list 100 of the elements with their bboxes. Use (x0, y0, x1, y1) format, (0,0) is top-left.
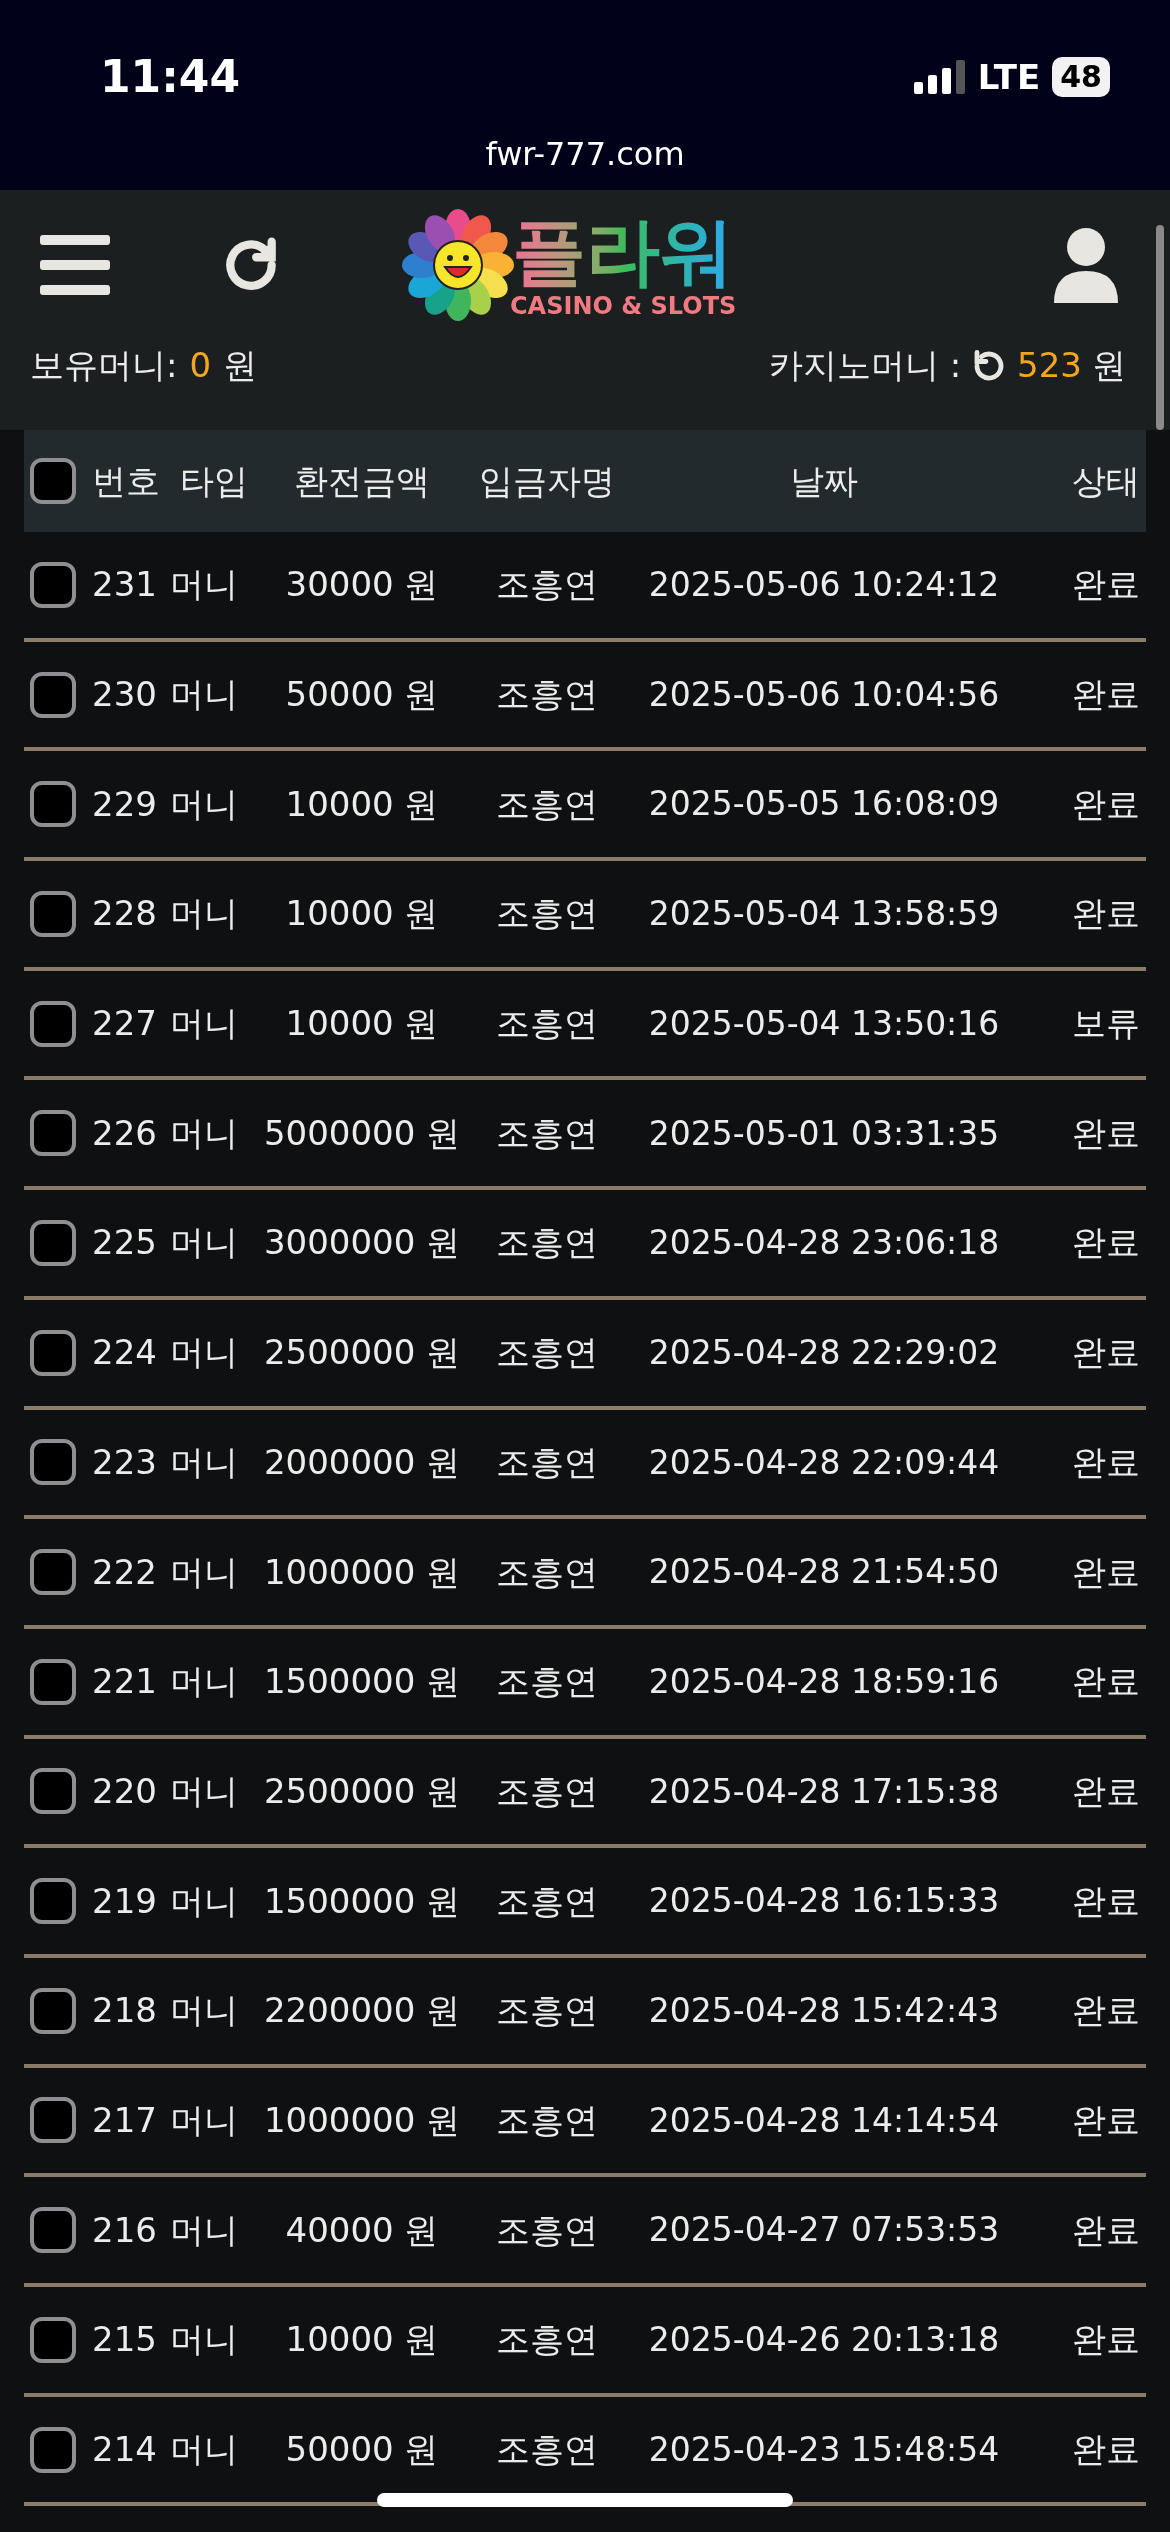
battery-indicator: 48 (1052, 57, 1110, 97)
table-cell-text: 조흥연 (495, 782, 599, 826)
table-row[interactable]: 226 머니 5000000 원 조흥연 2025-05-01 03:31:35 완료 (24, 1080, 1146, 1191)
checkbox[interactable] (30, 1658, 76, 1705)
checkbox[interactable] (30, 458, 76, 504)
table-cell-text: 완료 (1071, 1879, 1141, 1923)
checkbox[interactable] (30, 2426, 76, 2473)
checkbox[interactable] (30, 561, 76, 608)
table-cell-text: 3000000 원 (262, 1221, 462, 1265)
table-cell-text: 머니 (169, 2208, 239, 2252)
checkbox[interactable] (30, 1000, 76, 1047)
table-cell-text: 2025-04-28 15:42:43 (647, 1990, 1001, 2033)
checkbox[interactable] (30, 1878, 76, 1925)
table-cell-text: 2025-04-28 22:09:44 (647, 1441, 1001, 1484)
table-cell-text: 2025-05-06 10:04:56 (647, 673, 1001, 716)
table-cell-text: 조흥연 (495, 1331, 599, 1375)
table-cell-text: 5000000 원 (262, 1111, 462, 1155)
table-cell-text: 머니 (169, 1440, 239, 1484)
table-cell-text: 2025-05-04 13:58:59 (647, 893, 1001, 936)
table-row[interactable]: 231 머니 30000 원 조흥연 2025-05-06 10:24:12 완료 (24, 532, 1146, 642)
column-header: 번호 (92, 459, 161, 503)
table-cell-text: 완료 (1071, 1660, 1141, 1704)
table-cell-text: 조흥연 (495, 1879, 599, 1923)
table-cell-text: 229 (92, 782, 158, 826)
table-cell-text: 완료 (1071, 2318, 1141, 2362)
casino-money-unit: 원 (1092, 344, 1126, 387)
table-row[interactable]: 221 머니 1500000 원 조흥연 2025-04-28 18:59:16 완료 (24, 1628, 1146, 1739)
column-header: 상태 (1071, 459, 1141, 503)
table-cell-text: 2025-04-26 20:13:18 (647, 2319, 1001, 2362)
table-row[interactable]: 224 머니 2500000 원 조흥연 2025-04-28 22:29:02 완료 (24, 1299, 1146, 1410)
table-row[interactable]: 230 머니 50000 원 조흥연 2025-05-06 10:04:56 완료 (24, 641, 1146, 752)
table-row[interactable]: 229 머니 10000 원 조흥연 2025-05-05 16:08:09 완료 (24, 751, 1146, 862)
table-cell-text: 217 (92, 2098, 158, 2142)
table-cell-text: 1500000 원 (262, 1879, 462, 1923)
checkbox[interactable] (30, 890, 76, 937)
checkbox[interactable] (30, 781, 76, 828)
menu-icon[interactable] (40, 233, 110, 297)
column-header: 날짜 (789, 459, 859, 503)
table-cell-text: 머니 (169, 1331, 239, 1375)
table-cell-text: 40000 원 (284, 2208, 440, 2252)
table-cell-text: 2025-04-27 07:53:53 (647, 2209, 1001, 2252)
table-row[interactable]: 225 머니 3000000 원 조흥연 2025-04-28 23:06:18 완료 (24, 1190, 1146, 1300)
checkbox[interactable] (30, 1219, 76, 1266)
table-row[interactable]: 223 머니 2000000 원 조흥연 2025-04-28 22:09:44 완료 (24, 1409, 1146, 1520)
table-cell-text: 10000 원 (284, 782, 440, 826)
table-row[interactable]: 215 머니 10000 원 조흥연 2025-04-26 20:13:18 완료 (24, 2287, 1146, 2397)
table-cell-text: 2025-04-28 14:14:54 (647, 2099, 1001, 2142)
checkbox[interactable] (30, 1768, 76, 1815)
table-cell-text: 2025-04-28 22:29:02 (647, 1331, 1001, 1374)
table-cell-text: 10000 원 (284, 892, 440, 936)
table-cell-text: 완료 (1071, 2098, 1141, 2142)
table-row[interactable]: 219 머니 1500000 원 조흥연 2025-04-28 16:15:33 완료 (24, 1848, 1146, 1958)
table-cell-text: 220 (92, 1769, 158, 1813)
table-cell-text: 완료 (1071, 1769, 1141, 1813)
table-cell-text: 완료 (1071, 673, 1141, 717)
table-cell-text: 10000 원 (284, 1002, 440, 1046)
table-cell-text: 2025-04-28 16:15:33 (647, 1880, 1001, 1923)
table-cell-text: 2000000 원 (262, 1440, 462, 1484)
held-money-label: 보유머니: (30, 344, 178, 387)
checkbox[interactable] (30, 1549, 76, 1596)
table-cell-text: 2025-04-28 23:06:18 (647, 1222, 1001, 1265)
table-cell-text: 머니 (169, 1879, 239, 1923)
table-cell-text: 머니 (169, 1989, 239, 2033)
checkbox[interactable] (30, 1329, 76, 1376)
table-cell-text: 완료 (1071, 2208, 1141, 2252)
table-cell-text: 2025-05-04 13:50:16 (647, 1002, 1001, 1045)
checkbox[interactable] (30, 1110, 76, 1157)
table-cell-text: 머니 (169, 1111, 239, 1155)
table-row[interactable]: 217 머니 1000000 원 조흥연 2025-04-28 14:14:54 완료 (24, 2067, 1146, 2178)
table-cell-text: 머니 (169, 673, 239, 717)
logo-subtitle: CASINO & SLOTS (510, 292, 737, 320)
checkbox[interactable] (30, 1987, 76, 2034)
checkbox[interactable] (30, 2207, 76, 2254)
checkbox[interactable] (30, 671, 76, 718)
table-cell-text: 완료 (1071, 782, 1141, 826)
table-cell-text: 조흥연 (495, 1550, 599, 1594)
checkbox[interactable] (30, 2097, 76, 2144)
table-row[interactable]: 216 머니 40000 원 조흥연 2025-04-27 07:53:53 완료 (24, 2177, 1146, 2287)
table-cell-text: 조흥연 (495, 1440, 599, 1484)
table-cell-text: 50000 원 (284, 2428, 440, 2472)
column-header: 타입 (179, 459, 249, 503)
table-cell-text: 조흥연 (495, 1989, 599, 2033)
checkbox[interactable] (30, 1439, 76, 1486)
table-cell-text: 1000000 원 (262, 1550, 462, 1594)
table-row[interactable]: 218 머니 2200000 원 조흥연 2025-04-28 15:42:43 완료 (24, 1957, 1146, 2068)
table-row[interactable]: 227 머니 10000 원 조흥연 2025-05-04 13:50:16 보류 (24, 970, 1146, 1081)
table-cell-text: 50000 원 (284, 673, 440, 717)
table-cell-text: 조흥연 (495, 2428, 599, 2472)
table-cell-text: 조흥연 (495, 1221, 599, 1265)
table-row[interactable]: 222 머니 1000000 원 조흥연 2025-04-28 21:54:50 완료 (24, 1519, 1146, 1629)
table-row[interactable]: 220 머니 2500000 원 조흥연 2025-04-28 17:15:38 완료 (24, 1738, 1146, 1849)
table-cell-text: 2025-05-01 03:31:35 (647, 1112, 1001, 1155)
checkbox[interactable] (30, 2316, 76, 2363)
user-icon[interactable] (1052, 227, 1120, 303)
table-cell-text: 조흥연 (495, 673, 599, 717)
network-label: LTE (977, 55, 1041, 99)
table-cell-text: 228 (92, 892, 158, 936)
table-cell-text: 조흥연 (495, 2318, 599, 2362)
table-row[interactable]: 228 머니 10000 원 조흥연 2025-05-04 13:58:59 완료 (24, 861, 1146, 971)
table-cell-text: 222 (92, 1550, 158, 1594)
